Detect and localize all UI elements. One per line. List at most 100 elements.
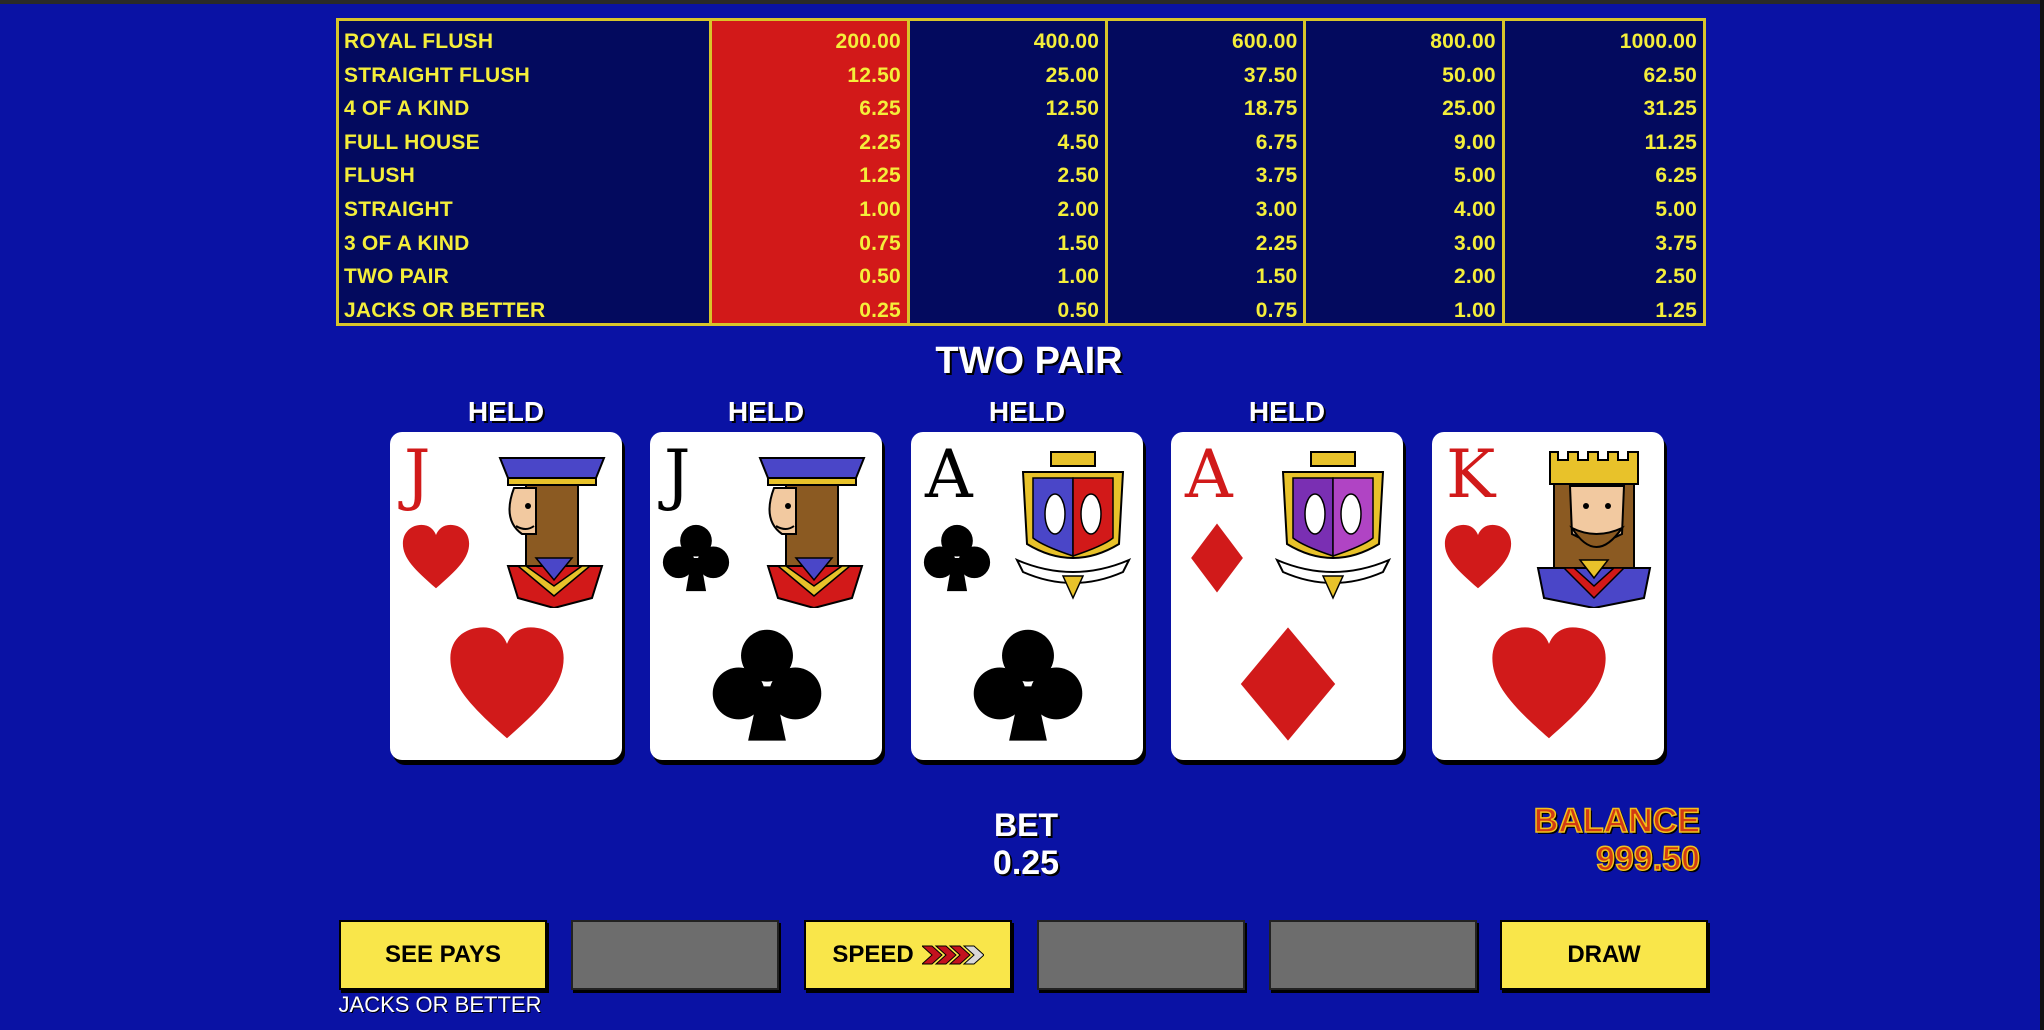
paytable-column-4: 800.00 50.00 25.00 9.00 5.00 4.00 3.00 2… [1306,21,1505,323]
playing-card[interactable]: A [1171,432,1403,760]
heart-icon [450,627,564,739]
see-pays-button[interactable]: SEE PAYS [339,920,547,990]
payout-value: 50.00 [1442,63,1496,87]
payout-value: 6.25 [1655,164,1697,188]
payout-value: 1.25 [1655,298,1697,322]
club-icon [923,524,991,592]
payout-value: 9.00 [1454,130,1496,154]
club-icon [973,629,1083,741]
payout-value: 18.75 [1243,97,1298,121]
card-slot-4[interactable]: HELD A [1171,392,1403,760]
payout-value: 1.00 [859,197,901,221]
payout-value: 5.00 [1454,164,1496,188]
card-rank: J [664,436,691,513]
king-face-icon [1536,451,1652,608]
card-slot-3[interactable]: HELD A [911,392,1143,760]
draw-label: DRAW [1567,941,1641,968]
payout-value: 2.50 [1655,265,1697,289]
payout-value: 2.25 [859,130,901,154]
playing-card[interactable]: A [911,432,1143,760]
diamond-icon [1240,627,1336,741]
speed-button[interactable]: SPEED [804,920,1012,990]
jack-face-icon [758,457,866,608]
payout-value: 200.00 [835,30,901,53]
balance-display: BALANCE 999.50 [1440,801,1701,879]
held-label: HELD [988,396,1066,427]
empty-button-3 [1269,920,1477,990]
card-slot-2[interactable]: HELD J [650,392,882,760]
crest-icon [1274,451,1392,600]
playing-card[interactable]: J [390,432,622,760]
hand-name: ROYAL FLUSH [344,30,494,53]
hand-name: FLUSH [344,164,415,188]
payout-value: 1.25 [859,164,901,188]
paytable-column-5: 1000.00 62.50 31.25 11.25 6.25 5.00 3.75… [1505,21,1703,323]
held-label [1432,392,1664,432]
payout-value: 62.50 [1643,63,1697,87]
payout-value: 2.50 [1057,164,1100,188]
empty-button-2 [1037,920,1245,990]
hand-name: TWO PAIR [344,265,450,289]
balance-value: 999.50 [1595,839,1701,879]
speed-arrows-icon [921,945,984,965]
payout-value: 11.25 [1644,130,1697,154]
card-rank: K [1446,436,1496,513]
payout-value: 400.00 [1033,30,1100,53]
held-label: HELD [467,396,545,427]
payout-value: 1.50 [1057,231,1100,255]
payout-value: 25.00 [1045,63,1100,87]
paytable-column-3: 600.00 37.50 18.75 6.75 3.75 3.00 2.25 1… [1108,21,1307,323]
balance-label: BALANCE [1533,801,1701,841]
playing-card[interactable]: K [1432,432,1664,760]
hand-name: STRAIGHT FLUSH [344,63,530,87]
playing-card[interactable]: J [650,432,882,760]
payout-value: 31.25 [1643,97,1697,121]
payout-value: 6.75 [1255,130,1298,154]
hand-name: 3 OF A KIND [344,231,470,255]
hand-name: STRAIGHT [344,197,453,221]
payout-value: 3.00 [1255,197,1298,221]
paytable-column-2: 400.00 25.00 12.50 4.50 2.50 2.00 1.50 1… [910,21,1109,323]
payout-value: 4.50 [1057,130,1100,154]
card-slot-1[interactable]: HELD J [390,392,622,760]
payout-value: 0.50 [1057,298,1100,322]
bet-label: BET [994,807,1058,843]
heart-icon [1492,627,1606,739]
heart-icon [1444,524,1512,589]
payout-value: 25.00 [1442,97,1496,121]
payout-value: 2.00 [1454,265,1496,289]
payout-value: 0.75 [859,231,901,255]
paytable-column-1: 200.00 12.50 6.25 2.25 1.25 1.00 0.75 0.… [711,21,910,323]
payout-value: 0.25 [859,298,901,322]
card-rank: A [1185,436,1233,513]
speed-label: SPEED [832,941,914,968]
bet-value: 0.25 [992,844,1060,882]
crest-icon [1014,451,1132,600]
payout-value: 2.00 [1057,197,1100,221]
payout-value: 4.00 [1454,197,1496,221]
payout-value: 1.00 [1057,265,1100,289]
diamond-icon [1191,523,1243,593]
hand-result: TWO PAIR [935,340,1123,382]
hand-name: 4 OF A KIND [344,97,470,121]
see-pays-label: SEE PAYS [384,941,502,968]
paytable: ROYAL FLUSH STRAIGHT FLUSH 4 OF A KIND F… [336,18,1706,326]
held-label: HELD [727,396,805,427]
card-slot-5[interactable]: K [1432,392,1664,760]
card-rank: J [404,436,431,513]
payout-value: 2.25 [1255,231,1298,255]
draw-button[interactable]: DRAW [1500,920,1708,990]
payout-value: 1.50 [1255,265,1298,289]
hand-name: JACKS OR BETTER [344,298,546,322]
club-icon [712,629,822,741]
game-name-label: JACKS OR BETTER [338,992,542,1017]
payout-value: 12.50 [847,63,901,87]
card-rank: A [925,436,973,513]
paytable-hand-names: ROYAL FLUSH STRAIGHT FLUSH 4 OF A KIND F… [339,21,712,323]
payout-value: 3.75 [1655,231,1697,255]
hand-name: FULL HOUSE [344,130,480,154]
payout-value: 5.00 [1655,197,1697,221]
payout-value: 600.00 [1232,30,1298,53]
payout-value: 37.50 [1243,63,1298,87]
payout-value: 800.00 [1430,30,1496,53]
